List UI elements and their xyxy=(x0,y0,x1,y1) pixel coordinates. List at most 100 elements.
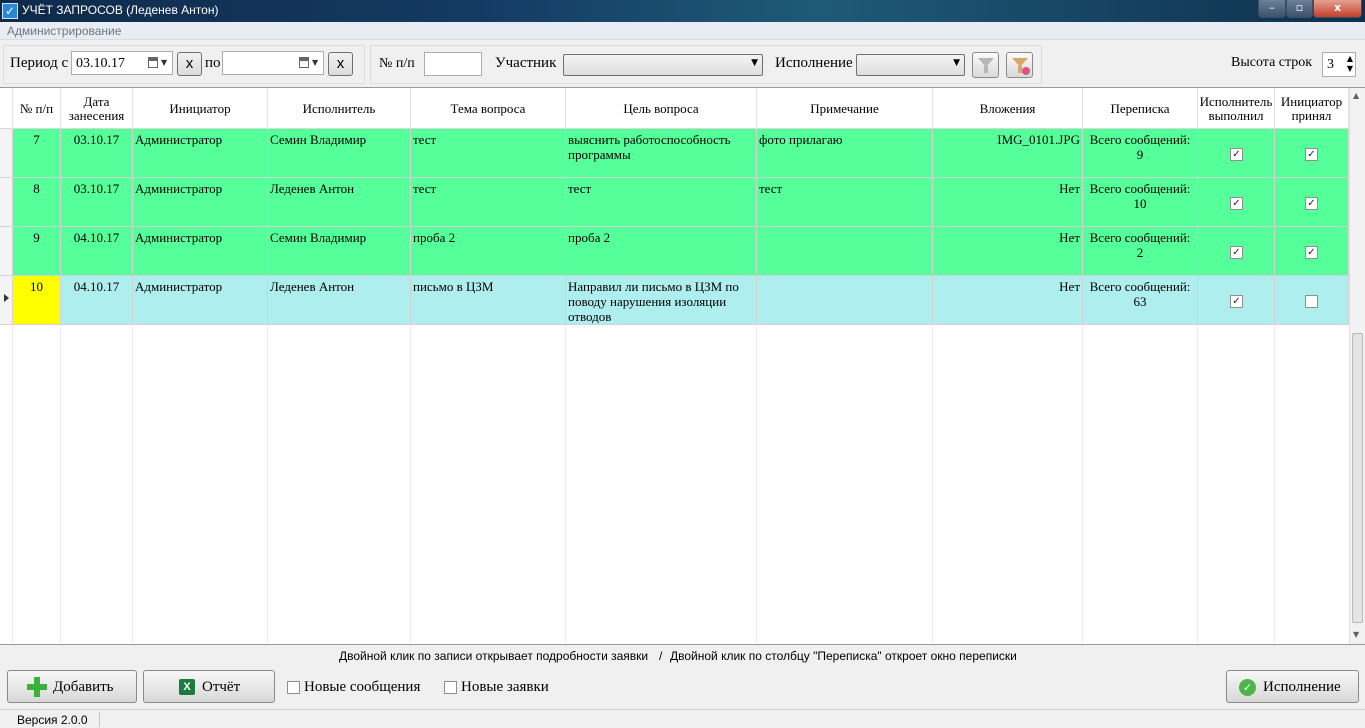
cell-executor-done[interactable]: ✓ xyxy=(1198,129,1275,178)
cell-attachments[interactable]: Нет xyxy=(933,276,1083,325)
cell-num[interactable]: 10 xyxy=(13,276,61,325)
cell-executor[interactable]: Семин Владимир xyxy=(268,129,411,178)
cell-executor-done[interactable]: ✓ xyxy=(1198,276,1275,325)
cell-messages[interactable]: Всего сообщений: 2 xyxy=(1083,227,1198,276)
checkbox[interactable] xyxy=(1305,295,1318,308)
cell-topic[interactable]: тест xyxy=(411,178,566,227)
cell-date[interactable]: 04.10.17 xyxy=(61,227,133,276)
cell-num[interactable]: 8 xyxy=(13,178,61,227)
cell-date[interactable]: 03.10.17 xyxy=(61,129,133,178)
cell-executor-done[interactable]: ✓ xyxy=(1198,178,1275,227)
table-row[interactable]: 7 03.10.17 Администратор Семин Владимир тест… xyxy=(0,129,1349,178)
checkbox[interactable]: ✓ xyxy=(1305,148,1318,161)
cell-attachments[interactable]: Нет xyxy=(933,178,1083,227)
checkbox[interactable]: ✓ xyxy=(1230,295,1243,308)
column-header[interactable]: № п/п xyxy=(13,88,61,129)
participant-select[interactable]: ▼ xyxy=(563,54,763,76)
arrow-down-icon[interactable]: ▼ xyxy=(1353,630,1359,639)
checkbox[interactable]: ✓ xyxy=(1230,148,1243,161)
row-header[interactable] xyxy=(0,129,13,178)
row-header[interactable] xyxy=(0,227,13,276)
column-header[interactable]: Исполнитель выполнил xyxy=(1198,88,1275,129)
cell-initiator[interactable]: Администратор xyxy=(133,227,268,276)
calendar-icon[interactable] xyxy=(299,57,309,68)
cell-attachments[interactable]: Нет xyxy=(933,227,1083,276)
cell-messages[interactable]: Всего сообщений: 9 xyxy=(1083,129,1198,178)
cell-date[interactable]: 04.10.17 xyxy=(61,276,133,325)
checkbox[interactable]: ✓ xyxy=(1230,197,1243,210)
clear-date-to-button[interactable]: x xyxy=(328,52,353,76)
cell-topic[interactable]: письмо в ЦЗМ xyxy=(411,276,566,325)
column-header[interactable]: Примечание xyxy=(757,88,933,129)
vertical-scrollbar[interactable]: ▲ ▼ xyxy=(1349,88,1365,644)
date-from-picker[interactable]: 03.10.17 ▼ xyxy=(71,51,173,75)
new-messages-checkbox[interactable] xyxy=(287,681,300,694)
cell-goal[interactable]: тест xyxy=(566,178,757,227)
cell-initiator-accepted[interactable] xyxy=(1275,276,1349,325)
row-height-stepper[interactable]: 3 ▲ ▼ xyxy=(1322,52,1356,77)
cell-initiator[interactable]: Администратор xyxy=(133,276,268,325)
minimize-button[interactable]: – xyxy=(1258,0,1286,18)
row-header[interactable] xyxy=(0,178,13,227)
cell-executor[interactable]: Леденев Антон xyxy=(268,178,411,227)
cell-note[interactable] xyxy=(757,227,933,276)
cell-topic[interactable]: проба 2 xyxy=(411,227,566,276)
chevron-down-icon[interactable]: ▼ xyxy=(312,58,318,67)
cell-goal[interactable]: Направил ли письмо в ЦЗМ по поводу наруш… xyxy=(566,276,757,325)
close-button[interactable]: x xyxy=(1313,0,1362,18)
cell-executor-done[interactable]: ✓ xyxy=(1198,227,1275,276)
arrow-down-icon[interactable]: ▼ xyxy=(1347,64,1353,73)
apply-filter-button[interactable] xyxy=(972,52,999,78)
cell-goal[interactable]: проба 2 xyxy=(566,227,757,276)
column-header[interactable]: Исполнитель xyxy=(268,88,411,129)
cell-initiator-accepted[interactable]: ✓ xyxy=(1275,178,1349,227)
calendar-icon[interactable] xyxy=(148,57,158,68)
arrow-up-icon[interactable]: ▲ xyxy=(1347,54,1353,63)
cell-num[interactable]: 7 xyxy=(13,129,61,178)
cell-messages[interactable]: Всего сообщений: 63 xyxy=(1083,276,1198,325)
cell-initiator[interactable]: Администратор xyxy=(133,129,268,178)
column-header[interactable]: Переписка xyxy=(1083,88,1198,129)
number-input[interactable] xyxy=(424,52,482,76)
chevron-down-icon[interactable]: ▼ xyxy=(161,58,167,67)
execution-select[interactable]: ▼ xyxy=(856,54,965,76)
column-header[interactable]: Инициатор xyxy=(133,88,268,129)
cell-note[interactable]: фото прилагаю xyxy=(757,129,933,178)
clear-filter-button[interactable] xyxy=(1006,52,1033,78)
cell-num[interactable]: 9 xyxy=(13,227,61,276)
maximize-button[interactable]: ▫ xyxy=(1286,0,1313,18)
menu-item-administration[interactable]: Администрирование xyxy=(7,24,121,38)
cell-executor[interactable]: Леденев Антон xyxy=(268,276,411,325)
cell-note[interactable]: тест xyxy=(757,178,933,227)
cell-date[interactable]: 03.10.17 xyxy=(61,178,133,227)
arrow-up-icon[interactable]: ▲ xyxy=(1353,91,1359,100)
cell-note[interactable] xyxy=(757,276,933,325)
cell-initiator-accepted[interactable]: ✓ xyxy=(1275,129,1349,178)
cell-goal[interactable]: выяснить работоспособность программы xyxy=(566,129,757,178)
report-button[interactable]: X Отчёт xyxy=(143,670,275,703)
checkbox[interactable]: ✓ xyxy=(1305,197,1318,210)
clear-date-from-button[interactable]: x xyxy=(177,52,202,76)
cell-initiator-accepted[interactable]: ✓ xyxy=(1275,227,1349,276)
cell-messages[interactable]: Всего сообщений: 10 xyxy=(1083,178,1198,227)
table-row[interactable]: 10 04.10.17 Администратор Леденев Антон пись… xyxy=(0,276,1349,325)
date-to-picker[interactable]: ▼ xyxy=(222,51,324,75)
execution-button[interactable]: ✓ Исполнение xyxy=(1226,670,1359,703)
column-header[interactable]: Дата занесения xyxy=(61,88,133,129)
column-header[interactable]: Инициатор принял xyxy=(1275,88,1349,129)
column-header[interactable]: Тема вопроса xyxy=(411,88,566,129)
requests-table[interactable]: № п/п Дата занесения Инициатор Исполнитель Т… xyxy=(0,87,1365,645)
cell-initiator[interactable]: Администратор xyxy=(133,178,268,227)
cell-executor[interactable]: Семин Владимир xyxy=(268,227,411,276)
scrollbar-thumb[interactable] xyxy=(1352,333,1363,623)
column-header[interactable]: Вложения xyxy=(933,88,1083,129)
table-row[interactable]: 9 04.10.17 Администратор Семин Владимир проб… xyxy=(0,227,1349,276)
new-requests-checkbox[interactable] xyxy=(444,681,457,694)
column-header[interactable]: Цель вопроса xyxy=(566,88,757,129)
checkbox[interactable]: ✓ xyxy=(1305,246,1318,259)
checkbox[interactable]: ✓ xyxy=(1230,246,1243,259)
cell-attachments[interactable]: IMG_0101.JPG xyxy=(933,129,1083,178)
table-row[interactable]: 8 03.10.17 Администратор Леденев Антон тест т… xyxy=(0,178,1349,227)
add-button[interactable]: Добавить xyxy=(7,670,137,703)
cell-topic[interactable]: тест xyxy=(411,129,566,178)
